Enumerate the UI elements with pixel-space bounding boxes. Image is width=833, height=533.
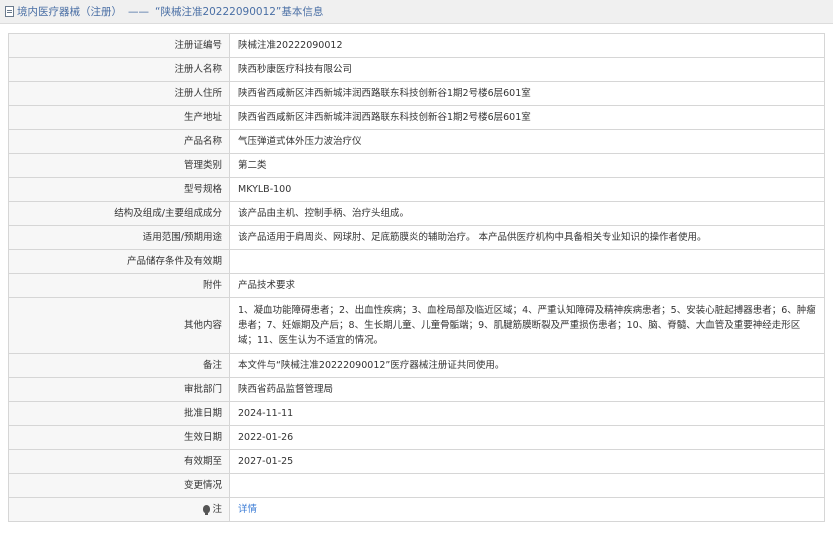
field-label: 管理类别	[8, 153, 230, 178]
field-value: 该产品适用于肩周炎、网球肘、足底筋膜炎的辅助治疗。 本产品供医疗机构中具备相关专…	[229, 225, 825, 250]
field-value: 本文件与“陕械注准20222090012”医疗器械注册证共同使用。	[229, 353, 825, 378]
field-label: 生产地址	[8, 105, 230, 130]
field-label: 批准日期	[8, 401, 230, 426]
field-label: 注册人名称	[8, 57, 230, 82]
breadcrumb-separator: ——	[128, 5, 149, 18]
table-row: 注册人名称 陕西秒康医疗科技有限公司	[8, 57, 825, 82]
page-title: “陕械注准20222090012”基本信息	[155, 6, 324, 18]
breadcrumb-category[interactable]: 境内医疗器械（注册）	[17, 4, 122, 19]
breadcrumb: 境内医疗器械（注册） —— “陕械注准20222090012”基本信息	[0, 0, 833, 24]
field-value: 2027-01-25	[229, 449, 825, 474]
field-value: 2022-01-26	[229, 425, 825, 450]
note-label-text: 注	[212, 504, 222, 515]
field-label: 型号规格	[8, 177, 230, 202]
table-row: 产品储存条件及有效期	[8, 249, 825, 274]
field-value: 陕西省西咸新区沣西新城沣润西路联东科技创新谷1期2号楼6层601室	[229, 105, 825, 130]
table-row: 变更情况	[8, 473, 825, 498]
field-label: 注册人住所	[8, 81, 230, 106]
field-label: 生效日期	[8, 425, 230, 450]
table-row: 附件 产品技术要求	[8, 273, 825, 298]
field-value: 陕西省药品监督管理局	[229, 377, 825, 402]
lightbulb-icon	[203, 505, 211, 515]
table-row: 有效期至 2027-01-25	[8, 449, 825, 474]
table-row: 审批部门 陕西省药品监督管理局	[8, 377, 825, 402]
field-value: 详情	[229, 497, 825, 522]
field-label: 备注	[8, 353, 230, 378]
table-row: 适用范围/预期用途 该产品适用于肩周炎、网球肘、足底筋膜炎的辅助治疗。 本产品供…	[8, 225, 825, 250]
field-label: 附件	[8, 273, 230, 298]
table-row: 生效日期 2022-01-26	[8, 425, 825, 450]
field-label: 适用范围/预期用途	[8, 225, 230, 250]
details-link[interactable]: 详情	[238, 504, 257, 515]
field-value: 2024-11-11	[229, 401, 825, 426]
table-row: 注册证编号 陕械注准20222090012	[8, 33, 825, 58]
table-row: 批准日期 2024-11-11	[8, 401, 825, 426]
field-value: 产品技术要求	[229, 273, 825, 298]
field-label: 变更情况	[8, 473, 230, 498]
table-row: 备注 本文件与“陕械注准20222090012”医疗器械注册证共同使用。	[8, 353, 825, 378]
field-value: 1、凝血功能障碍患者；2、出血性疾病；3、血栓局部及临近区域；4、严重认知障碍及…	[229, 297, 825, 354]
detail-table: 注册证编号 陕械注准20222090012 注册人名称 陕西秒康医疗科技有限公司…	[8, 33, 825, 522]
field-value: MKYLB-100	[229, 177, 825, 202]
field-label: 产品名称	[8, 129, 230, 154]
table-row: 管理类别 第二类	[8, 153, 825, 178]
table-row: 注 详情	[8, 497, 825, 522]
table-row: 型号规格 MKYLB-100	[8, 177, 825, 202]
field-label: 审批部门	[8, 377, 230, 402]
field-value: 气压弹道式体外压力波治疗仪	[229, 129, 825, 154]
field-label: 产品储存条件及有效期	[8, 249, 230, 274]
field-value	[229, 249, 825, 274]
field-value: 该产品由主机、控制手柄、治疗头组成。	[229, 201, 825, 226]
field-value: 陕西省西咸新区沣西新城沣润西路联东科技创新谷1期2号楼6层601室	[229, 81, 825, 106]
document-icon	[5, 6, 14, 17]
field-label: 其他内容	[8, 297, 230, 354]
table-row: 产品名称 气压弹道式体外压力波治疗仪	[8, 129, 825, 154]
field-label: 结构及组成/主要组成成分	[8, 201, 230, 226]
field-label: 有效期至	[8, 449, 230, 474]
table-row: 注册人住所 陕西省西咸新区沣西新城沣润西路联东科技创新谷1期2号楼6层601室	[8, 81, 825, 106]
table-row: 生产地址 陕西省西咸新区沣西新城沣润西路联东科技创新谷1期2号楼6层601室	[8, 105, 825, 130]
field-value: 陕械注准20222090012	[229, 33, 825, 58]
field-value	[229, 473, 825, 498]
field-label: 注册证编号	[8, 33, 230, 58]
table-row: 结构及组成/主要组成成分 该产品由主机、控制手柄、治疗头组成。	[8, 201, 825, 226]
field-value: 陕西秒康医疗科技有限公司	[229, 57, 825, 82]
note-label: 注	[8, 497, 230, 522]
table-row: 其他内容 1、凝血功能障碍患者；2、出血性疾病；3、血栓局部及临近区域；4、严重…	[8, 297, 825, 354]
field-value: 第二类	[229, 153, 825, 178]
